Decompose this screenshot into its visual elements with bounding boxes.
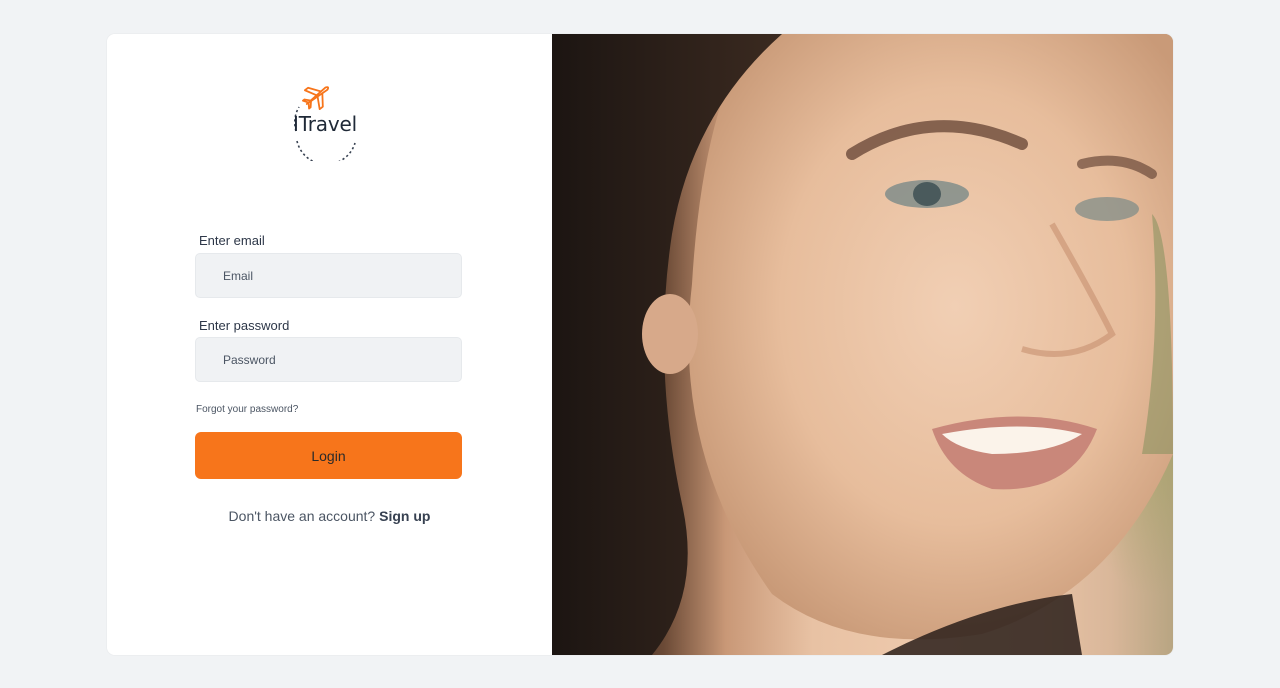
login-card: ITravel Enter email Enter password Forgo…	[107, 34, 1173, 655]
signup-row: Don't have an account? Sign up	[107, 508, 552, 524]
brand-logo: ITravel	[287, 79, 367, 161]
email-label: Enter email	[199, 233, 265, 248]
login-button[interactable]: Login	[195, 432, 462, 479]
password-label: Enter password	[199, 318, 290, 333]
forgot-password-link[interactable]: Forgot your password?	[196, 404, 298, 415]
password-input[interactable]	[195, 337, 462, 382]
signup-link[interactable]: Sign up	[379, 508, 430, 524]
login-panel: ITravel Enter email Enter password Forgo…	[107, 34, 552, 655]
hero-image	[552, 34, 1173, 655]
email-input[interactable]	[195, 253, 462, 298]
signup-prompt: Don't have an account?	[228, 508, 376, 524]
hero-portrait	[552, 34, 1173, 655]
brand-name: ITravel	[293, 112, 357, 136]
